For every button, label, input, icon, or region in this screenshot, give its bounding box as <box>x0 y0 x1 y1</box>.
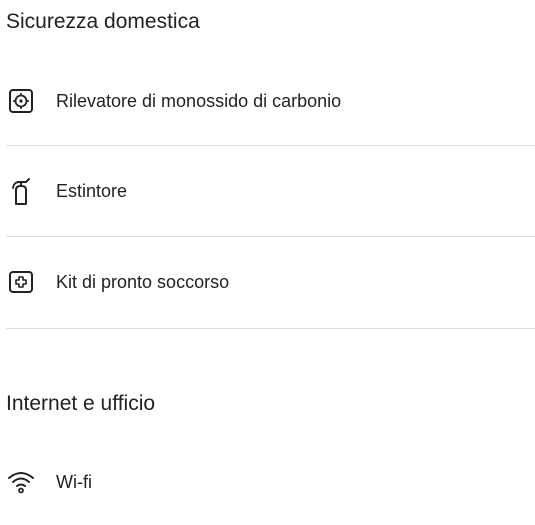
amenity-wifi: Wi-fi <box>6 467 535 497</box>
wifi-icon <box>6 467 36 497</box>
fire-extinguisher-icon <box>6 176 36 206</box>
section-title-home-safety: Sicurezza domestica <box>6 10 200 33</box>
amenity-label: Wi-fi <box>56 472 92 492</box>
amenity-carbon-monoxide-detector: Rilevatore di monossido di carbonio <box>6 86 535 116</box>
carbon-monoxide-detector-icon <box>6 86 36 116</box>
divider <box>6 328 535 329</box>
amenity-label: Estintore <box>56 181 128 201</box>
amenity-fire-extinguisher: Estintore <box>6 176 535 206</box>
divider <box>6 236 535 237</box>
amenity-label: Rilevatore di monossido di carbonio <box>56 91 342 111</box>
divider <box>6 145 535 146</box>
amenity-label: Kit di pronto soccorso <box>56 272 230 292</box>
first-aid-kit-icon <box>6 267 36 297</box>
section-title-internet-office: Internet e ufficio <box>6 392 156 415</box>
amenity-first-aid-kit: Kit di pronto soccorso <box>6 267 535 297</box>
